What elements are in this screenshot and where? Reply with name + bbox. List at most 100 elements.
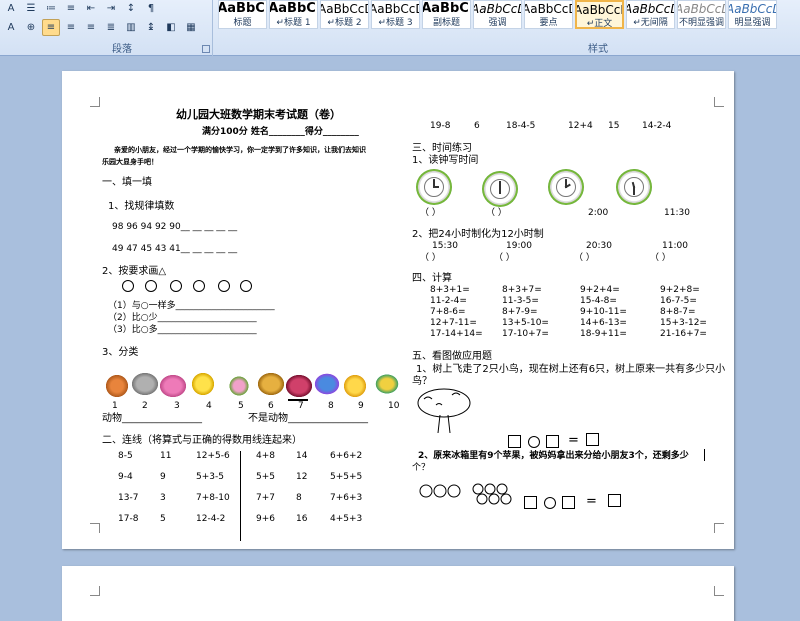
style-gallery-item[interactable]: AaBbCcDc 强调	[473, 0, 522, 29]
multilevel-list-button[interactable]: ≡	[62, 0, 80, 17]
match-cell[interactable]: 17-8	[118, 514, 138, 525]
calc-item[interactable]: 7+8-6=	[430, 307, 466, 318]
match-cell[interactable]: 13-7	[118, 493, 138, 504]
shading-button[interactable]: ◧	[162, 19, 180, 36]
clock-answer[interactable]: （ ）	[486, 208, 507, 219]
calc-item[interactable]: 9+2+4=	[580, 285, 620, 296]
enclose-char-button[interactable]: ⊕	[22, 19, 40, 36]
borders-button[interactable]: ▦	[182, 19, 200, 36]
calc-item[interactable]: 8+3+7=	[502, 285, 542, 296]
calc-item[interactable]: 8+3+1=	[430, 285, 470, 296]
calc-item[interactable]: 9+10-11=	[580, 307, 627, 318]
calc-item[interactable]: 11-2-4=	[430, 296, 467, 307]
style-gallery-item[interactable]: AaBbCcDc ↵正文	[575, 0, 624, 29]
clock-answer[interactable]: 11:30	[664, 208, 690, 219]
bullets-button[interactable]: ☰	[22, 0, 40, 17]
time-answer[interactable]: （ ）	[574, 253, 595, 264]
style-gallery-item[interactable]: AaBbCcD ↵标题 2	[320, 0, 369, 29]
match-cell[interactable]: 12+5-6	[196, 451, 230, 462]
decrease-indent-button[interactable]: ⇤	[82, 0, 100, 17]
match-cell[interactable]: 7+6+3	[330, 493, 362, 504]
numbering-button[interactable]: ≔	[42, 0, 60, 17]
style-gallery-item[interactable]: AaBbCcDc ↵无间隔	[626, 0, 675, 29]
distributed-button[interactable]: ▥	[122, 19, 140, 36]
answer-box[interactable]	[562, 496, 575, 509]
match-cell[interactable]: 9+6	[256, 514, 275, 525]
match-cell[interactable]: 8	[296, 493, 302, 504]
sec5-q1-line1: 1、树上飞走了2只小鸟，现在树上还有6只，树上原来一共有多少只小	[416, 364, 726, 375]
answer-box[interactable]	[608, 494, 621, 507]
match-cell[interactable]: 5+5+5	[330, 472, 362, 483]
match-cell[interactable]: 9-4	[118, 472, 133, 483]
match-cell[interactable]: 16	[296, 514, 307, 525]
calc-item[interactable]: 9+2+8=	[660, 285, 700, 296]
justify-button[interactable]: ≣	[102, 19, 120, 36]
calc-item[interactable]: 21-16+7=	[660, 329, 707, 340]
match-cell[interactable]: 5	[160, 514, 166, 525]
style-gallery-item[interactable]: AaBbCcDc 不明显强调	[677, 0, 726, 29]
match-cell[interactable]: 6+6+2	[330, 451, 362, 462]
match-cell[interactable]: 8-5	[118, 451, 133, 462]
style-gallery-item[interactable]: AaBbCcDc 明显强调	[728, 0, 777, 29]
paragraph-dialog-launcher-icon[interactable]	[202, 45, 210, 53]
elephant-image	[132, 373, 158, 395]
match-cell[interactable]: 7+8-10	[196, 493, 230, 504]
line-spacing-button[interactable]: ↨	[142, 19, 160, 36]
increase-indent-button[interactable]: ⇥	[102, 0, 120, 17]
align-left-button[interactable]: ≡	[42, 19, 60, 36]
match-cell[interactable]: 5+5	[256, 472, 275, 483]
match-cell[interactable]: 3	[160, 493, 166, 504]
answer-box[interactable]	[586, 433, 599, 446]
time-answer[interactable]: （ ）	[420, 253, 441, 264]
document-page-2[interactable]	[62, 566, 734, 621]
match-cell[interactable]: 14	[296, 451, 307, 462]
match-cell[interactable]: 9	[160, 472, 166, 483]
char-shading-button[interactable]: A	[2, 19, 20, 36]
sort-button[interactable]: ↕	[122, 0, 140, 17]
calc-item[interactable]: 15+3-12=	[660, 318, 707, 329]
calc-item[interactable]: 11-3-5=	[502, 296, 539, 307]
calc-item[interactable]: 13+5-10=	[502, 318, 549, 329]
calc-item[interactable]: 18-9+11=	[580, 329, 627, 340]
match-divider	[240, 451, 241, 541]
apples-image	[419, 483, 512, 505]
show-marks-button[interactable]: ¶	[142, 0, 160, 17]
match-cell[interactable]: 7+7	[256, 493, 275, 504]
style-name: ↵标题 2	[327, 18, 362, 28]
style-gallery-item[interactable]: AaBbC 标题	[218, 0, 267, 29]
style-gallery-item[interactable]: AaBbC 副标题	[422, 0, 471, 29]
operator-circle[interactable]	[544, 497, 556, 509]
clock-answer[interactable]: 2:00	[588, 208, 608, 219]
calc-item[interactable]: 12+7-11=	[430, 318, 477, 329]
match-cell[interactable]: 12	[296, 472, 307, 483]
operator-circle[interactable]	[528, 436, 540, 448]
calc-item[interactable]: 17-10+7=	[502, 329, 549, 340]
calc-item[interactable]: 8+8-7=	[660, 307, 696, 318]
match-cell[interactable]: 12-4-2	[196, 514, 225, 525]
match-cell[interactable]: 5+3-5	[196, 472, 224, 483]
style-gallery-item[interactable]: AaBbCcDd 要点	[524, 0, 573, 29]
calc-item[interactable]: 15-4-8=	[580, 296, 617, 307]
calc-item[interactable]: 8+7-9=	[502, 307, 538, 318]
match-cell[interactable]: 4+8	[256, 451, 275, 462]
style-gallery-item[interactable]: AaBbC ↵标题 1	[269, 0, 318, 29]
calc-item[interactable]: 16-7-5=	[660, 296, 697, 307]
align-right-button[interactable]: ≡	[82, 19, 100, 36]
answer-box[interactable]	[524, 496, 537, 509]
match-cell[interactable]: 11	[160, 451, 171, 462]
sec1-q3: 3、分类	[102, 347, 139, 358]
clock-answer[interactable]: （ ）	[420, 208, 441, 219]
time-answer[interactable]: （ ）	[494, 253, 515, 264]
document-page[interactable]: 幼儿园大班数学期末考试题（卷） 满分100分 姓名________得分_____…	[62, 71, 734, 549]
expression-cell: 14-2-4	[642, 121, 672, 131]
calc-item[interactable]: 14+6-13=	[580, 318, 627, 329]
align-center-button[interactable]: ≡	[62, 19, 80, 36]
text-direction-button[interactable]: A	[2, 0, 20, 17]
answer-box[interactable]	[546, 435, 559, 448]
calc-item[interactable]: 17-14+14=	[430, 329, 483, 340]
style-gallery-item[interactable]: AaBbCcDd ↵标题 3	[371, 0, 420, 29]
time-answer[interactable]: （ ）	[650, 253, 671, 264]
margin-mark	[714, 586, 724, 596]
match-cell[interactable]: 4+5+3	[330, 514, 362, 525]
answer-box[interactable]	[508, 435, 521, 448]
